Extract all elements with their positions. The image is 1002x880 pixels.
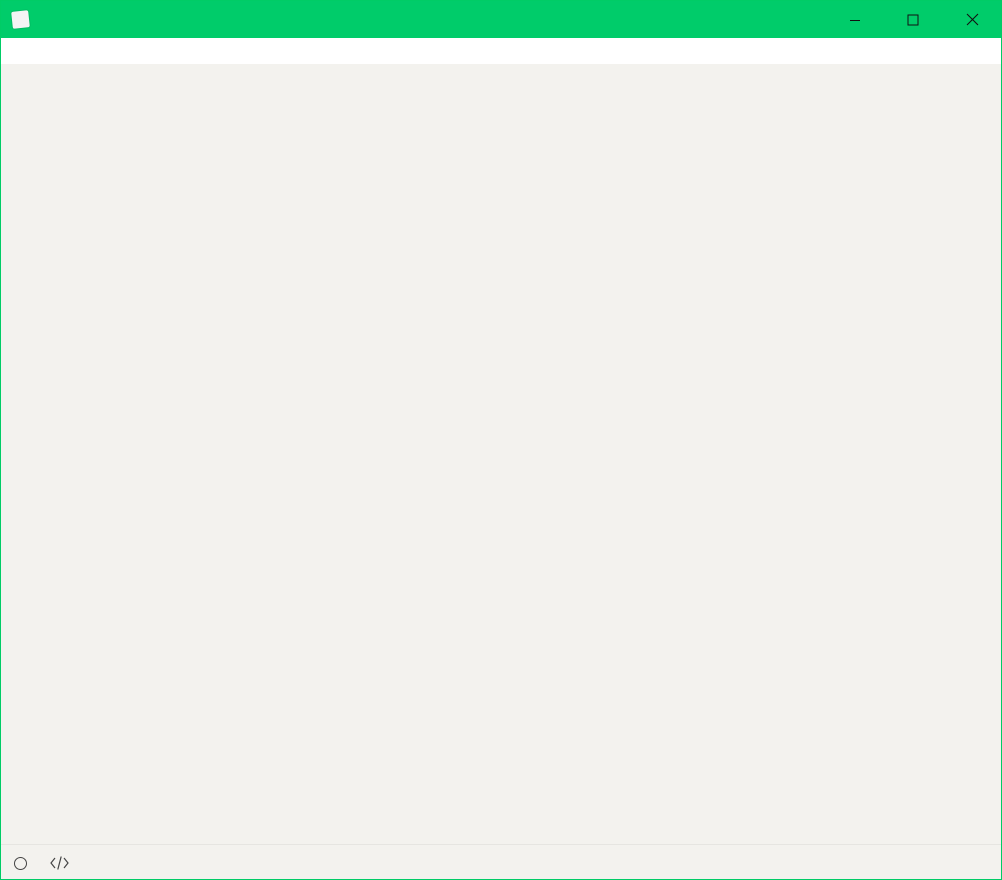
menu-edit[interactable]: [19, 38, 33, 64]
title-bar[interactable]: [1, 1, 1001, 38]
editor-area[interactable]: [1, 64, 1001, 844]
status-bar: [1, 844, 1001, 879]
menu-file[interactable]: [3, 38, 17, 64]
source-mode-button[interactable]: [50, 855, 69, 875]
menu-bar: [1, 38, 1001, 64]
menu-format[interactable]: [51, 38, 65, 64]
close-button[interactable]: [943, 1, 1001, 38]
close-icon: [966, 13, 978, 26]
maximize-icon: [907, 14, 919, 25]
typora-app-icon: [11, 10, 30, 29]
minimize-icon: [850, 19, 860, 21]
minimize-button[interactable]: [826, 1, 884, 38]
menu-paragraph[interactable]: [35, 38, 49, 64]
maximize-button[interactable]: [884, 1, 942, 38]
typora-window: [0, 0, 1002, 880]
menu-view[interactable]: [67, 38, 81, 64]
code-icon: [50, 856, 69, 870]
menu-help[interactable]: [99, 38, 113, 64]
menu-theme[interactable]: [83, 38, 97, 64]
circle-icon[interactable]: [14, 857, 27, 870]
